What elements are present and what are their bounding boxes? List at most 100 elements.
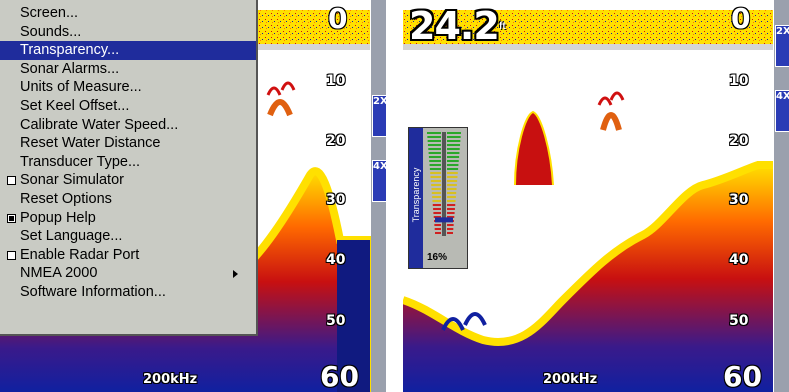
transparency-bar — [447, 196, 456, 198]
menu-item-sonar-simulator[interactable]: Sonar Simulator — [0, 171, 256, 190]
transparency-bar — [431, 184, 441, 186]
checkbox-icon[interactable] — [7, 213, 16, 223]
transparency-bar — [434, 224, 441, 226]
transparency-bar — [447, 228, 454, 230]
zoom-2x-button[interactable]: 2X — [775, 25, 789, 67]
transparency-bar — [431, 188, 441, 190]
depth-scale-30: 30 — [326, 192, 346, 208]
transparency-bar — [429, 160, 441, 162]
zoom-4x-label: 4X — [373, 161, 386, 172]
transparency-bar — [447, 172, 458, 174]
menu-item-label: Sonar Alarms... — [20, 60, 120, 77]
transparency-bar — [447, 212, 455, 214]
menu-item-screen[interactable]: Screen... — [0, 4, 256, 23]
zoom-2x-label: 2X — [776, 26, 789, 37]
transparency-bar — [447, 180, 458, 182]
depth-scale-50: 50 — [729, 313, 749, 329]
depth-scale-40: 40 — [326, 252, 346, 268]
menu-item-label: Software Information... — [20, 283, 166, 300]
zoom-2x-button[interactable]: 2X — [372, 95, 386, 137]
zoom-4x-button[interactable]: 4X — [372, 160, 386, 202]
transparency-bar — [430, 176, 441, 178]
transparency-bar — [432, 196, 441, 198]
depth-scale-60: 60 — [320, 360, 359, 392]
menu-item-label: Sonar Simulator — [20, 172, 124, 189]
depth-scale-0: 0 — [731, 2, 751, 35]
zoom-4x-button[interactable]: 4X — [775, 90, 789, 132]
transparency-bar — [447, 132, 461, 134]
zoom-2x-label: 2X — [373, 96, 386, 107]
frequency-label: 200kHz — [143, 372, 198, 387]
transparency-bar — [447, 140, 461, 142]
menu-item-sounds[interactable]: Sounds... — [0, 23, 256, 42]
checkbox-icon[interactable] — [7, 250, 16, 260]
menu-item-label: Sounds... — [20, 23, 82, 40]
depth-scale-10: 10 — [326, 73, 346, 89]
transparency-value: 16% — [427, 252, 448, 263]
transparency-bar — [447, 204, 456, 206]
menu-item-reset-options[interactable]: Reset Options — [0, 190, 256, 209]
menu-item-label: Enable Radar Port — [20, 246, 140, 263]
transparency-bar — [447, 160, 459, 162]
depth-scale-10: 10 — [729, 73, 749, 89]
transparency-tab: Transparency — [409, 128, 423, 268]
left-sonar-screen: 0 10 20 30 40 50 60 200kHz 2X 4X Screen.… — [0, 0, 386, 392]
menu-item-set-language[interactable]: Set Language... — [0, 227, 256, 246]
transparency-bar — [447, 148, 460, 150]
menu-item-label: Transducer Type... — [20, 153, 141, 170]
transparency-slider-thumb[interactable] — [435, 217, 453, 223]
transparency-bar — [433, 208, 441, 210]
depth-unit: ft — [499, 21, 506, 32]
depth-scale-20: 20 — [326, 133, 346, 149]
menu-item-enable-radar-port[interactable]: Enable Radar Port — [0, 246, 256, 265]
transparency-bar — [431, 192, 441, 194]
transparency-bar — [447, 224, 454, 226]
menu-item-reset-water-distance[interactable]: Reset Water Distance — [0, 134, 256, 153]
zoom-4x-label: 4X — [776, 91, 789, 102]
transparency-label: Transparency — [411, 167, 421, 223]
menu-item-label: Units of Measure... — [20, 79, 142, 96]
transparency-bar — [447, 184, 457, 186]
transparency-bar — [430, 180, 441, 182]
menu-item-label: Popup Help — [20, 209, 96, 226]
depth-scale-0: 0 — [328, 2, 348, 35]
transparency-bar — [447, 200, 456, 202]
transparency-bar — [447, 176, 458, 178]
depth-scale-50: 50 — [326, 313, 346, 329]
menu-item-set-keel-offset[interactable]: Set Keel Offset... — [0, 97, 256, 116]
frequency-label: 200kHz — [543, 372, 598, 387]
transparency-bar — [447, 136, 461, 138]
transparency-bar — [447, 164, 459, 166]
transparency-bar — [428, 152, 441, 154]
menu-item-units-of-measure[interactable]: Units of Measure... — [0, 78, 256, 97]
transparency-bar — [430, 172, 441, 174]
menu-item-sonar-alarms[interactable]: Sonar Alarms... — [0, 60, 256, 79]
depth-reading: 24.2 — [409, 4, 500, 48]
transparency-bar — [447, 232, 453, 234]
transparency-bar — [447, 192, 457, 194]
menu-item-popup-help[interactable]: Popup Help — [0, 209, 256, 228]
settings-menu[interactable]: Screen... Sounds... Transparency... Sonar A… — [0, 0, 258, 336]
menu-item-software-information[interactable]: Software Information... — [0, 283, 256, 302]
menu-item-label: Set Language... — [20, 228, 123, 245]
zoom-bar[interactable]: 2X 4X — [774, 0, 789, 392]
transparency-bar — [447, 208, 455, 210]
depth-scale-20: 20 — [729, 133, 749, 149]
depth-scale-40: 40 — [729, 252, 749, 268]
transparency-bar — [427, 144, 441, 146]
transparency-slider-box[interactable]: Transparency 16% — [408, 127, 468, 269]
depth-scale-30: 30 — [729, 192, 749, 208]
checkbox-icon[interactable] — [7, 176, 16, 186]
menu-item-transducer-type[interactable]: Transducer Type... — [0, 153, 256, 172]
transparency-bar — [435, 232, 441, 234]
transparency-scale[interactable] — [425, 132, 465, 250]
transparency-bar — [428, 148, 441, 150]
menu-item-transparency[interactable]: Transparency... — [0, 41, 256, 60]
menu-item-nmea-2000[interactable]: NMEA 2000 — [0, 264, 256, 283]
menu-item-calibrate-water-speed[interactable]: Calibrate Water Speed... — [0, 116, 256, 135]
transparency-bar — [433, 212, 441, 214]
transparency-bar — [429, 168, 441, 170]
transparency-bar — [447, 152, 460, 154]
zoom-bar[interactable]: 2X 4X — [371, 0, 386, 392]
transparency-bar — [428, 156, 441, 158]
